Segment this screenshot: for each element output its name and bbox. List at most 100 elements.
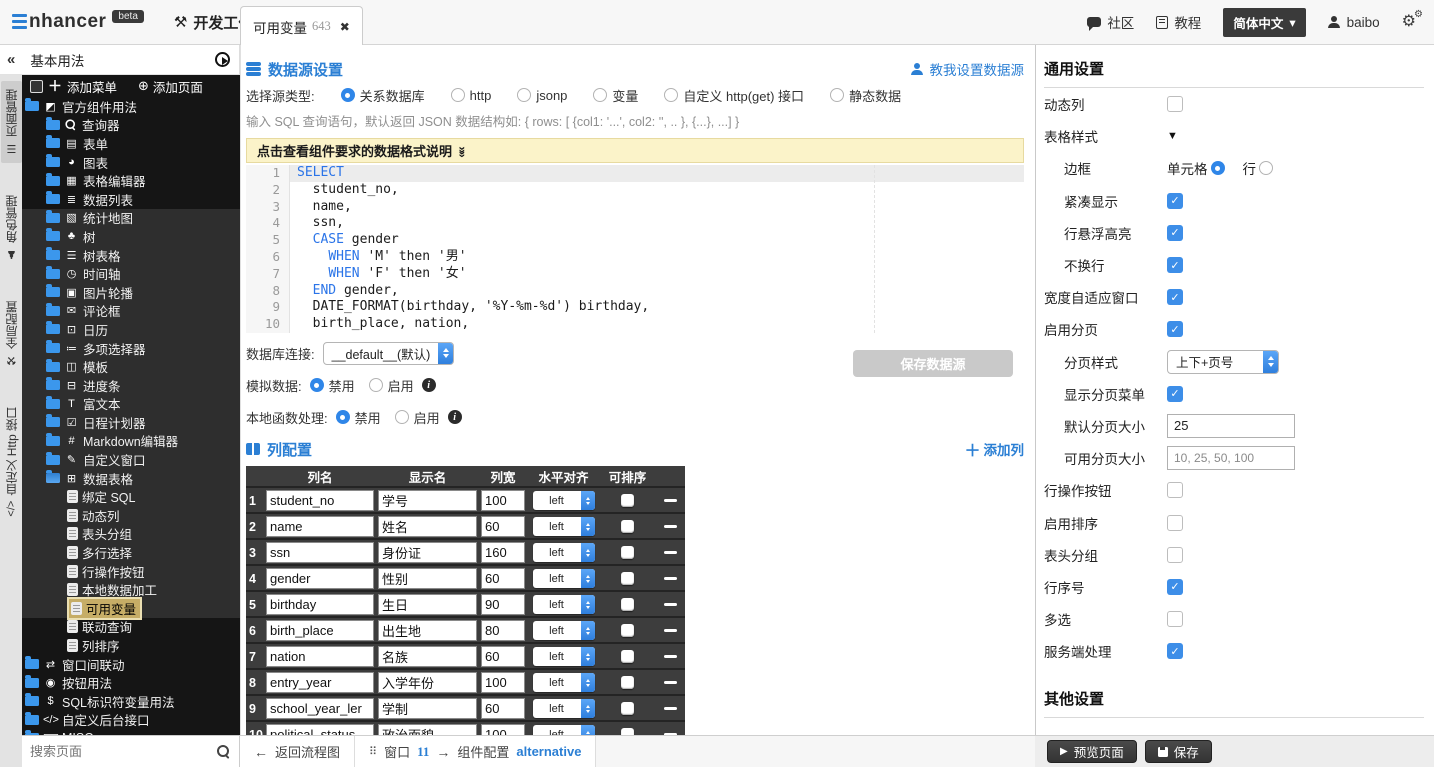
tree-item[interactable]: ▤表单 <box>22 134 240 153</box>
align-select[interactable]: left <box>533 569 595 588</box>
local-option[interactable]: 启用 <box>395 408 440 427</box>
remove-column-button[interactable] <box>664 681 677 684</box>
tree-item[interactable]: ⇄窗口间联动 <box>22 655 240 674</box>
sortable-checkbox[interactable] <box>621 520 634 533</box>
cell-input-width[interactable]: 60 <box>481 568 525 589</box>
tree-item[interactable]: ⊞数据表格 <box>22 469 240 488</box>
checkbox-checked[interactable]: ✓ <box>1167 289 1183 305</box>
align-select[interactable]: left <box>533 543 595 562</box>
tree-item[interactable]: ◫模板 <box>22 357 240 376</box>
tree-item[interactable]: ⊟进度条 <box>22 376 240 395</box>
tree-item[interactable]: ◩官方组件用法 <box>22 97 240 116</box>
sortable-checkbox[interactable] <box>621 728 634 735</box>
cell-input-width[interactable]: 60 <box>481 646 525 667</box>
sortable-checkbox[interactable] <box>621 494 634 507</box>
tree-item[interactable]: ✉评论框 <box>22 302 240 321</box>
tree-item[interactable]: 多行选择 <box>22 543 240 562</box>
checkbox-checked[interactable]: ✓ <box>1167 257 1183 273</box>
align-select[interactable]: left <box>533 699 595 718</box>
db-connection-select[interactable]: __default__(默认) <box>323 342 455 365</box>
community-link[interactable]: 社区 <box>1087 12 1134 32</box>
search-input[interactable] <box>22 744 217 759</box>
border-style-option[interactable]: 行 <box>1243 158 1274 178</box>
checkbox-checked[interactable]: ✓ <box>1167 193 1183 209</box>
source-type-option[interactable]: 关系数据库 <box>341 86 425 105</box>
preview-page-button[interactable]: ▶ 预览页面 <box>1047 740 1137 763</box>
checkbox-unchecked[interactable] <box>1167 515 1183 531</box>
teach-me-link[interactable]: 教我设置数据源 <box>911 59 1025 79</box>
remove-column-button[interactable] <box>664 577 677 580</box>
remove-column-button[interactable] <box>664 629 677 632</box>
tree-item[interactable]: ◉按钮用法 <box>22 673 240 692</box>
search-icon[interactable] <box>217 745 231 759</box>
mock-option[interactable]: 禁用 <box>310 376 355 395</box>
add-page-button[interactable]: ⊕ 添加页面 <box>138 77 203 96</box>
source-type-option[interactable]: http <box>451 88 492 103</box>
setting-input[interactable] <box>1167 414 1295 438</box>
tree-item[interactable]: ⊡日历 <box>22 320 240 339</box>
setting-input[interactable] <box>1167 446 1295 470</box>
cell-input-width[interactable]: 100 <box>481 490 525 511</box>
tree-item[interactable]: ▧统计地图 <box>22 209 240 228</box>
source-type-option[interactable]: 自定义 http(get) 接口 <box>664 86 804 105</box>
info-icon[interactable]: i <box>448 410 462 424</box>
checkbox-unchecked[interactable] <box>1167 96 1183 112</box>
checkbox-checked[interactable]: ✓ <box>1167 579 1183 595</box>
checkbox-checked[interactable]: ✓ <box>1167 225 1183 241</box>
tree-item[interactable]: 联动查询 <box>22 618 240 637</box>
align-select[interactable]: left <box>533 517 595 536</box>
sortable-checkbox[interactable] <box>621 702 634 715</box>
remove-column-button[interactable] <box>664 603 677 606</box>
back-to-flowchart-button[interactable]: ← 返回流程图 <box>240 736 355 767</box>
cell-input-name[interactable]: student_no <box>266 490 374 511</box>
mock-option[interactable]: 启用 <box>369 376 414 395</box>
align-select[interactable]: left <box>533 725 595 735</box>
remove-column-button[interactable] <box>664 499 677 502</box>
cell-input-display[interactable]: 政治面貌 <box>378 724 477 735</box>
tree-item[interactable]: $SQL标识符变量用法 <box>22 692 240 711</box>
vertical-tab-users[interactable]: ♟角色管理 <box>1 187 22 269</box>
checkbox-unchecked[interactable] <box>1167 482 1183 498</box>
remove-column-button[interactable] <box>664 551 677 554</box>
checkbox-unchecked[interactable] <box>1167 547 1183 563</box>
language-dropdown[interactable]: 简体中文 ▾ <box>1223 8 1305 37</box>
setting-select[interactable]: 上下+页号 <box>1167 350 1279 374</box>
add-menu-button[interactable]: 添加菜单 <box>67 77 117 96</box>
data-format-banner[interactable]: 点击查看组件要求的数据格式说明 »» <box>246 138 1024 163</box>
cell-input-display[interactable]: 学号 <box>378 490 477 511</box>
sortable-checkbox[interactable] <box>621 624 634 637</box>
tree-item[interactable]: 查询器 <box>22 116 240 135</box>
source-type-option[interactable]: jsonp <box>517 88 567 103</box>
cell-input-name[interactable]: birth_place <box>266 620 374 641</box>
checkbox-checked[interactable]: ✓ <box>1167 321 1183 337</box>
tree-item[interactable]: ◷时间轴 <box>22 264 240 283</box>
tree-item[interactable]: ◕图表 <box>22 153 240 172</box>
checkbox-checked[interactable]: ✓ <box>1167 643 1183 659</box>
cell-input-width[interactable]: 100 <box>481 672 525 693</box>
tree-item[interactable]: 可用变量 <box>22 599 240 618</box>
remove-column-button[interactable] <box>664 525 677 528</box>
align-select[interactable]: left <box>533 621 595 640</box>
cell-input-width[interactable]: 60 <box>481 516 525 537</box>
cell-input-width[interactable]: 160 <box>481 542 525 563</box>
remove-column-button[interactable] <box>664 655 677 658</box>
align-select[interactable]: left <box>533 595 595 614</box>
cell-input-display[interactable]: 生日 <box>378 594 477 615</box>
settings-gears-icon[interactable]: ⚙⚙ <box>1402 14 1416 30</box>
tree-item[interactable]: ≔多项选择器 <box>22 339 240 358</box>
source-type-option[interactable]: 变量 <box>593 86 638 105</box>
save-button[interactable]: 保存 <box>1145 740 1212 763</box>
tree-item[interactable]: ☰树表格 <box>22 246 240 265</box>
sortable-checkbox[interactable] <box>621 598 634 611</box>
tree-item[interactable]: #Markdown编辑器 <box>22 432 240 451</box>
border-style-option[interactable]: 单元格 <box>1167 158 1225 178</box>
tree-item[interactable]: ☑日程计划器 <box>22 413 240 432</box>
tree-item[interactable]: ▦表格编辑器 <box>22 171 240 190</box>
cell-input-display[interactable]: 学制 <box>378 698 477 719</box>
cell-input-width[interactable]: 90 <box>481 594 525 615</box>
align-select[interactable]: left <box>533 491 595 510</box>
vertical-tab-code[interactable]: </>自定义 Http 接口 <box>1 399 22 525</box>
align-select[interactable]: left <box>533 647 595 666</box>
cell-input-name[interactable]: birthday <box>266 594 374 615</box>
cell-input-name[interactable]: nation <box>266 646 374 667</box>
